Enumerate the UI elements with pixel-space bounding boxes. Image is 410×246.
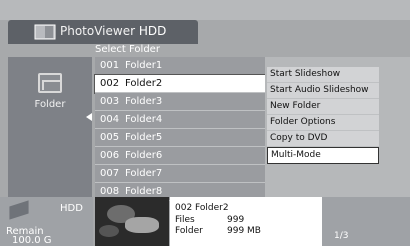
left-panel: Folder bbox=[8, 57, 92, 197]
arrow-left-icon bbox=[86, 113, 92, 121]
photo-viewer-icon bbox=[34, 24, 56, 40]
menu-item-new-folder[interactable]: New Folder bbox=[267, 99, 379, 115]
page-title: PhotoViewer HDD bbox=[60, 24, 166, 38]
files-label: Files bbox=[175, 215, 195, 225]
folder-list: 001 Folder1 002 Folder2 003 Folder3 004 Fold… bbox=[94, 57, 266, 201]
title-text: PhotoViewer bbox=[60, 24, 136, 38]
options-panel: Start Slideshow Start Audio Slideshow Ne… bbox=[265, 57, 410, 197]
folder-row[interactable]: 001 Folder1 bbox=[95, 57, 265, 75]
storage-panel: HDD Remain 100.0 G bbox=[0, 197, 93, 246]
folder-number: 002 bbox=[100, 78, 120, 89]
folder-name: Folder1 bbox=[125, 60, 163, 71]
folder-number: 001 bbox=[100, 60, 120, 71]
panel-label: Folder bbox=[34, 99, 66, 110]
folder-number: 004 bbox=[100, 114, 120, 125]
hdd-label: HDD bbox=[60, 203, 83, 214]
folder-icon bbox=[38, 73, 62, 93]
folder-name: Folder4 bbox=[125, 114, 163, 125]
folder-name: Folder2 bbox=[125, 78, 163, 89]
folder-name: Folder6 bbox=[125, 150, 163, 161]
folder-name: Folder3 bbox=[125, 96, 163, 107]
folder-number: 007 bbox=[100, 168, 120, 179]
folder-size-label: Folder bbox=[175, 226, 203, 236]
hdd-icon bbox=[9, 200, 29, 220]
remain-value: 100.0 G bbox=[12, 235, 52, 246]
folder-number: 005 bbox=[100, 132, 120, 143]
folder-size-value: 999 MB bbox=[227, 226, 261, 236]
folder-name: Folder7 bbox=[125, 168, 163, 179]
menu-item-folder-options[interactable]: Folder Options bbox=[267, 115, 379, 131]
folder-number: 003 bbox=[100, 96, 120, 107]
title-source: HDD bbox=[138, 24, 167, 38]
menu-item-multi-mode[interactable]: Multi-Mode bbox=[267, 147, 379, 164]
menu-item-copy-to-dvd[interactable]: Copy to DVD bbox=[267, 131, 379, 147]
options-menu: Start Slideshow Start Audio Slideshow Ne… bbox=[267, 67, 379, 164]
title-tab: PhotoViewer HDD bbox=[8, 20, 198, 44]
folder-number: 006 bbox=[100, 150, 120, 161]
folder-name: Folder5 bbox=[125, 132, 163, 143]
menu-item-start-slideshow[interactable]: Start Slideshow bbox=[267, 67, 379, 83]
folder-thumbnail bbox=[95, 197, 169, 246]
folder-row[interactable]: 007 Folder7 bbox=[95, 165, 265, 183]
photo-viewer-screen: PhotoViewer HDD Folder Select Folder 001… bbox=[0, 0, 410, 246]
folder-row[interactable]: 005 Folder5 bbox=[95, 129, 265, 147]
folder-row[interactable]: 003 Folder3 bbox=[95, 93, 265, 111]
menu-item-start-audio-slideshow[interactable]: Start Audio Slideshow bbox=[267, 83, 379, 99]
info-title: 002 Folder2 bbox=[175, 203, 229, 213]
top-bar bbox=[0, 0, 410, 20]
folder-row[interactable]: 004 Folder4 bbox=[95, 111, 265, 129]
page-indicator: 1/3 bbox=[334, 231, 349, 241]
folder-row-selected[interactable]: 002 Folder2 bbox=[94, 74, 266, 94]
files-value: 999 bbox=[227, 215, 245, 225]
list-header: Select Folder bbox=[95, 44, 160, 55]
page-area: 1/3 bbox=[322, 197, 410, 246]
folder-row[interactable]: 006 Folder6 bbox=[95, 147, 265, 165]
folder-info: 002 Folder2 Files 999 Folder 999 MB bbox=[170, 197, 322, 246]
